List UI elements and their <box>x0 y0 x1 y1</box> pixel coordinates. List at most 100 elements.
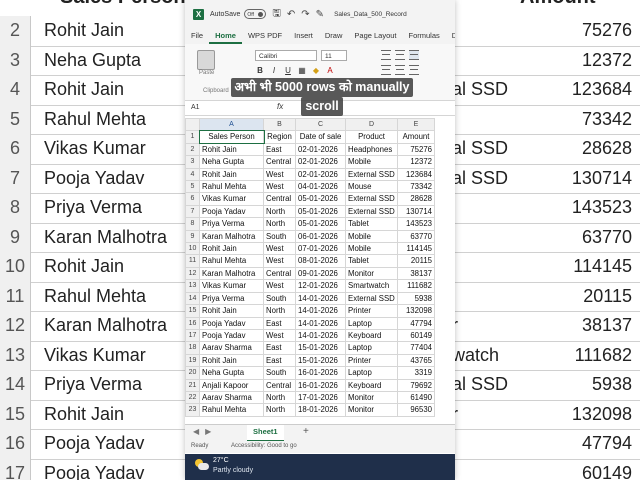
font-color-icon[interactable]: A <box>325 66 335 75</box>
table-cell[interactable]: Rohit Jain <box>199 167 264 182</box>
table-cell[interactable]: Pooja Yadav <box>199 204 264 219</box>
autosave-toggle[interactable]: Off <box>244 9 267 19</box>
table-cell[interactable]: 16-01-2026 <box>295 378 346 392</box>
table-cell[interactable]: Rohit Jain <box>199 142 264 157</box>
table-cell[interactable]: North <box>263 204 296 219</box>
align-right-icon[interactable] <box>409 65 419 75</box>
table-cell[interactable]: External SSD <box>345 192 398 206</box>
row-number[interactable]: 21 <box>185 378 200 392</box>
table-cell[interactable]: Headphones <box>345 142 398 157</box>
table-cell[interactable]: Karan Malhotra <box>199 229 264 244</box>
table-cell[interactable]: 15-01-2026 <box>295 353 346 368</box>
row-number[interactable]: 6 <box>185 192 200 206</box>
table-cell[interactable]: Printer <box>345 353 398 368</box>
paste-icon[interactable] <box>197 50 215 70</box>
sheet-tab-sheet1[interactable]: Sheet1 <box>247 425 284 442</box>
table-cell[interactable]: Rohit Jain <box>199 242 264 256</box>
column-header-c[interactable]: C <box>295 118 346 132</box>
table-cell[interactable]: 12372 <box>397 155 435 169</box>
table-cell[interactable]: Central <box>263 266 296 281</box>
menu-draw[interactable]: Draw <box>319 28 349 44</box>
table-cell[interactable]: Aarav Sharma <box>199 341 264 355</box>
italic-icon[interactable]: I <box>269 66 279 75</box>
row-number[interactable]: 14 <box>185 291 200 306</box>
table-cell[interactable]: 04-01-2026 <box>295 180 346 194</box>
table-cell[interactable]: 15-01-2026 <box>295 341 346 355</box>
row-number[interactable]: 16 <box>185 316 200 330</box>
menu-wps-pdf[interactable]: WPS PDF <box>242 28 288 44</box>
table-cell[interactable]: Rahul Mehta <box>199 403 264 417</box>
table-cell[interactable]: 63770 <box>397 229 435 244</box>
table-cell[interactable]: 114145 <box>397 242 435 256</box>
table-cell[interactable]: Laptop <box>345 366 398 380</box>
table-cell[interactable]: Keyboard <box>345 378 398 392</box>
table-cell[interactable]: Laptop <box>345 316 398 330</box>
row-number[interactable]: 2 <box>185 142 200 157</box>
table-cell[interactable]: 02-01-2026 <box>295 142 346 157</box>
table-cell[interactable]: 43765 <box>397 353 435 368</box>
partly-cloudy-icon[interactable] <box>195 459 209 471</box>
table-cell[interactable]: 17-01-2026 <box>295 390 346 405</box>
fill-color-icon[interactable]: ◆ <box>311 66 321 75</box>
table-cell[interactable]: 14-01-2026 <box>295 328 346 343</box>
table-cell[interactable]: West <box>263 279 296 293</box>
table-cell[interactable]: South <box>263 291 296 306</box>
menu-insert[interactable]: Insert <box>288 28 319 44</box>
table-cell[interactable]: 14-01-2026 <box>295 316 346 330</box>
accessibility-status[interactable]: Accessibility: Good to go <box>231 443 297 449</box>
table-cell[interactable]: East <box>263 341 296 355</box>
menu-data[interactable]: D <box>446 28 455 44</box>
table-cell[interactable]: 77404 <box>397 341 435 355</box>
menu-file[interactable]: File <box>185 28 209 44</box>
borders-icon[interactable]: ▦ <box>297 66 307 75</box>
table-cell[interactable]: 3319 <box>397 366 435 380</box>
table-cell[interactable]: 05-01-2026 <box>295 192 346 206</box>
column-header-e[interactable]: E <box>397 118 435 132</box>
save-icon[interactable]: 🖫 <box>272 6 281 23</box>
table-cell[interactable]: Pooja Yadav <box>199 316 264 330</box>
table-cell[interactable]: Priya Verma <box>199 291 264 306</box>
format-painter-icon[interactable]: ✎ <box>316 9 324 20</box>
table-cell[interactable]: Central <box>263 378 296 392</box>
column-title-cell[interactable]: Product <box>345 130 398 144</box>
table-cell[interactable]: South <box>263 366 296 380</box>
menu-formulas[interactable]: Formulas <box>403 28 446 44</box>
name-box[interactable]: A1 <box>191 103 227 113</box>
table-cell[interactable]: West <box>263 180 296 194</box>
table-cell[interactable]: 73342 <box>397 180 435 194</box>
table-cell[interactable]: Pooja Yadav <box>199 328 264 343</box>
table-cell[interactable]: 75276 <box>397 142 435 157</box>
table-cell[interactable]: 79692 <box>397 378 435 392</box>
table-cell[interactable]: Smartwatch <box>345 279 398 293</box>
menu-home[interactable]: Home <box>209 28 242 44</box>
row-number[interactable]: 23 <box>185 403 200 417</box>
align-top-icon[interactable] <box>381 50 391 60</box>
table-cell[interactable]: Priya Verma <box>199 217 264 231</box>
table-cell[interactable]: 61490 <box>397 390 435 405</box>
table-cell[interactable]: 143523 <box>397 217 435 231</box>
undo-icon[interactable]: ↶ <box>287 9 295 20</box>
table-cell[interactable]: 130714 <box>397 204 435 219</box>
table-cell[interactable]: Central <box>263 155 296 169</box>
table-cell[interactable]: External SSD <box>345 291 398 306</box>
align-center-icon[interactable] <box>395 65 405 75</box>
table-cell[interactable]: Rahul Mehta <box>199 180 264 194</box>
row-number[interactable]: 22 <box>185 390 200 405</box>
align-left-icon[interactable] <box>381 65 391 75</box>
table-cell[interactable]: East <box>263 142 296 157</box>
row-number[interactable]: 19 <box>185 353 200 368</box>
table-cell[interactable]: Anjali Kapoor <box>199 378 264 392</box>
table-cell[interactable]: Karan Malhotra <box>199 266 264 281</box>
underline-icon[interactable]: U <box>283 66 293 75</box>
table-cell[interactable]: North <box>263 217 296 231</box>
table-cell[interactable]: East <box>263 353 296 368</box>
table-cell[interactable]: Vikas Kumar <box>199 192 264 206</box>
table-cell[interactable]: 5938 <box>397 291 435 306</box>
table-cell[interactable]: 09-01-2026 <box>295 266 346 281</box>
table-cell[interactable]: North <box>263 403 296 417</box>
table-cell[interactable]: Neha Gupta <box>199 155 264 169</box>
table-cell[interactable]: East <box>263 316 296 330</box>
row-number[interactable]: 12 <box>185 266 200 281</box>
font-name-select[interactable]: Calibri <box>255 50 317 61</box>
table-cell[interactable]: 06-01-2026 <box>295 229 346 244</box>
